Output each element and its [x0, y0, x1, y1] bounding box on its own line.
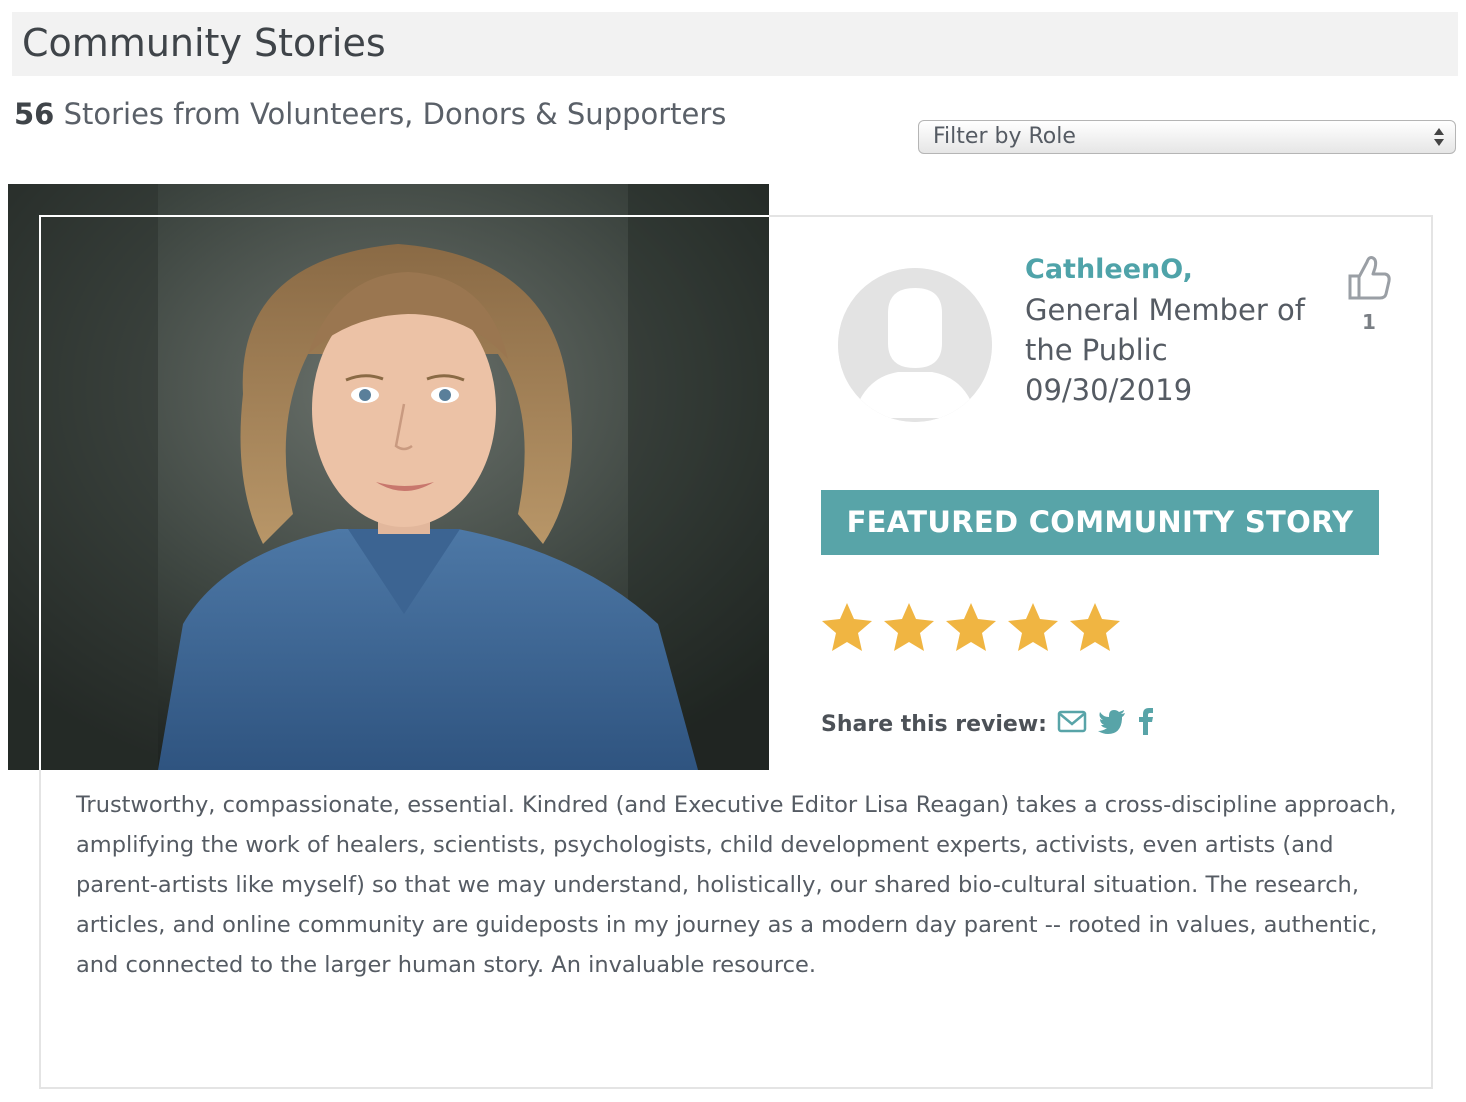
like-button[interactable]	[1340, 250, 1396, 306]
author-name[interactable]: CathleenO,	[1025, 250, 1193, 290]
star-icon	[884, 603, 934, 651]
star-icon	[946, 603, 996, 651]
star-icon	[1008, 603, 1058, 651]
filter-by-role-select[interactable]: Filter by Role	[918, 120, 1456, 154]
facebook-icon[interactable]	[1131, 706, 1161, 736]
page-title: Community Stories	[22, 21, 386, 65]
stories-count: 56	[14, 97, 55, 131]
default-avatar-icon	[838, 268, 992, 422]
story-text: Trustworthy, compassionate, essential. K…	[76, 792, 1397, 978]
stories-count-line: 56 Stories from Volunteers, Donors & Sup…	[14, 96, 726, 132]
filter-selected-value: Filter by Role	[933, 124, 1076, 149]
photo-frame-border	[39, 215, 769, 770]
avatar	[838, 268, 992, 422]
featured-badge: FEATURED COMMUNITY STORY	[821, 490, 1379, 555]
envelope-icon[interactable]	[1057, 706, 1087, 736]
stories-count-label: Stories from Volunteers, Donors & Suppor…	[63, 97, 727, 131]
star-icon	[1070, 603, 1120, 651]
star-rating	[819, 600, 1123, 660]
thumbs-up-icon	[1348, 256, 1391, 300]
like-count: 1	[1362, 310, 1376, 334]
share-label: Share this review:	[821, 712, 1047, 737]
up-down-arrows-icon	[1434, 128, 1444, 146]
author-role: General Member of the Public	[1025, 293, 1305, 367]
star-icon	[822, 603, 872, 651]
review-date: 09/30/2019	[1025, 373, 1193, 407]
twitter-icon[interactable]	[1097, 706, 1127, 736]
